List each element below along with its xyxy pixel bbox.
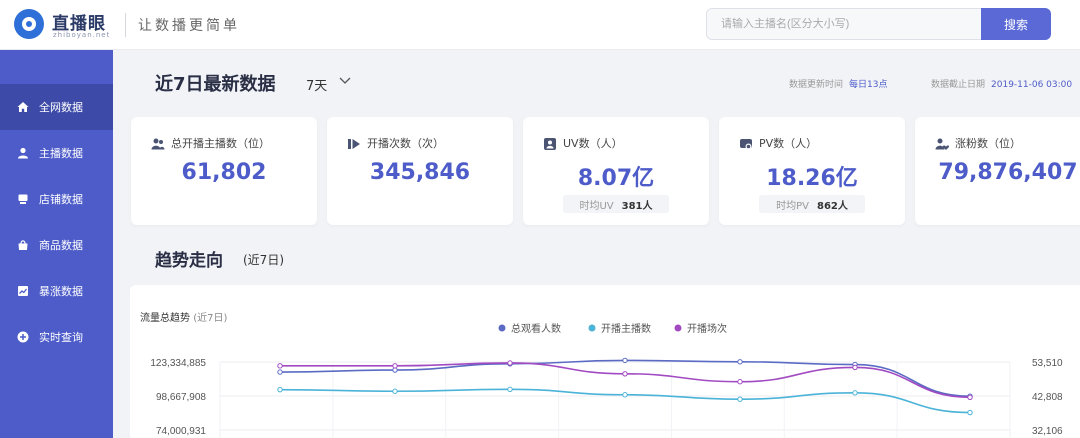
sidebar-item-label: 店铺数据 <box>39 193 83 206</box>
search-input[interactable] <box>706 8 982 40</box>
stat-sub-value: 862人 <box>817 200 848 212</box>
logo-icon[interactable] <box>14 9 44 39</box>
stat-sub: 时均UV 381人 <box>563 195 669 213</box>
data-point <box>507 386 513 393</box>
stat-value: 8.07亿 <box>577 166 655 191</box>
stat-card-pv: PV数（人） 18.26亿 时均PV 862人 <box>719 117 905 225</box>
y-right-tick-label: 42,808 <box>1032 392 1063 403</box>
data-point <box>852 364 858 371</box>
home-icon <box>17 101 29 113</box>
sidebar-item-all-data[interactable]: 全网数据 <box>0 84 113 130</box>
data-point <box>737 359 743 365</box>
stat-card-fans: 涨粉数（位） 79,876,407 <box>915 117 1080 225</box>
search-button[interactable]: 搜索 <box>981 8 1051 40</box>
legend-marker <box>498 324 506 332</box>
sidebar-item-label: 主播数据 <box>39 147 83 160</box>
stat-label: UV数（人） <box>563 137 623 150</box>
slogan: 让数播更简单 <box>138 18 240 34</box>
cutoff-date-value: 2019-11-06 03:00 <box>991 80 1073 90</box>
stat-sub-label: 时均UV <box>579 200 614 212</box>
top-bar: 直播眼 zhiboyan.net 让数播更简单 搜索 <box>0 0 1080 50</box>
update-time-label: 数据更新时间 <box>789 80 844 90</box>
stat-label: PV数（人） <box>759 137 818 150</box>
sidebar-item-product-data[interactable]: 商品数据 <box>0 222 113 268</box>
sidebar-item-shop-data[interactable]: 店铺数据 <box>0 176 113 222</box>
eye-icon <box>739 136 753 150</box>
traffic-trend-chart: 流量总趋势 (近7日) 123,334,885 98,667,908 74,000,… <box>130 285 1080 438</box>
header-divider <box>125 13 126 37</box>
data-point <box>737 379 743 385</box>
stat-sub-label: 时均PV <box>776 200 809 212</box>
legend-label: 总观看人数 <box>511 322 561 335</box>
stat-card-sessions: 开播次数（次） 345,846 <box>327 117 513 225</box>
stat-card-streamers: 总开播主播数（位） 61,802 <box>131 117 317 225</box>
sidebar-item-realtime-query[interactable]: 实时查询 <box>0 314 113 360</box>
sidebar-item-label: 商品数据 <box>39 239 83 252</box>
y-left-tick-label: 123,334,885 <box>150 358 206 369</box>
y-right-tick-label: 32,106 <box>1032 426 1063 437</box>
cutoff-date-label: 数据截止日期 <box>931 80 986 90</box>
data-point <box>967 409 973 416</box>
data-point <box>507 360 513 366</box>
data-point <box>737 396 743 402</box>
legend-label: 开播主播数 <box>601 322 651 335</box>
update-time-value: 每日13点 <box>849 80 888 90</box>
legend-label: 开播场次 <box>687 322 727 335</box>
data-point <box>277 363 283 369</box>
cutoff-date: 数据截止日期 2019-11-06 03:00 <box>931 77 1072 90</box>
brand-domain: zhiboyan.net <box>53 31 111 39</box>
data-point <box>277 369 283 375</box>
stat-value: 345,846 <box>369 160 471 185</box>
sidebar: 全网数据 主播数据 店铺数据 商品数据 暴涨数据 实时查询 <box>0 50 113 438</box>
legend-marker <box>588 324 596 332</box>
data-point <box>622 392 628 398</box>
trend-section-note: (近7日) <box>243 253 284 267</box>
sidebar-item-streamer-data[interactable]: 主播数据 <box>0 130 113 176</box>
stat-value: 18.26亿 <box>766 166 858 191</box>
data-point <box>622 371 628 377</box>
range-select[interactable]: 7天 <box>306 75 327 94</box>
stat-card-uv: UV数（人） 8.07亿 时均UV 381人 <box>523 117 709 225</box>
bag-icon <box>17 239 29 251</box>
trend-section-title: 趋势走向 <box>155 251 223 271</box>
person-icon <box>543 136 557 150</box>
stat-label: 开播次数（次） <box>367 137 444 150</box>
sidebar-item-surge-data[interactable]: 暴涨数据 <box>0 268 113 314</box>
data-point <box>967 394 973 400</box>
legend-marker <box>674 324 682 332</box>
chevron-down-icon[interactable] <box>339 75 351 88</box>
line-chart: 123,334,885 98,667,908 74,000,931 53,510 42,… <box>150 322 1063 438</box>
stat-label: 总开播主播数（位） <box>171 137 270 150</box>
y-left-tick-label: 74,000,931 <box>156 426 206 437</box>
sidebar-item-label: 全网数据 <box>39 101 83 114</box>
page-title: 近7日最新数据 <box>155 74 276 95</box>
main-content: 近7日最新数据 7天 数据更新时间 每日13点 数据截止日期 2019-11-06 … <box>113 50 1080 438</box>
data-point <box>277 386 283 393</box>
stat-label: 涨粉数（位） <box>955 137 1021 150</box>
stat-sub-value: 381人 <box>621 200 653 212</box>
stat-value: 79,876,407 <box>938 160 1078 185</box>
sidebar-item-label: 实时查询 <box>39 331 83 344</box>
fan-icon <box>935 136 950 150</box>
data-point <box>852 390 858 396</box>
sidebar-item-label: 暴涨数据 <box>39 285 83 298</box>
stat-sub: 时均PV 862人 <box>759 195 865 213</box>
plus-circle-icon <box>17 331 29 343</box>
data-point <box>392 388 398 394</box>
y-right-tick-label: 53,510 <box>1032 358 1063 369</box>
data-point <box>622 357 628 364</box>
users-icon <box>151 136 165 150</box>
trend-icon <box>17 285 29 297</box>
user-icon <box>17 147 29 159</box>
update-time: 数据更新时间 每日13点 <box>789 77 887 90</box>
shop-icon <box>17 193 29 205</box>
y-left-tick-label: 98,667,908 <box>156 392 206 403</box>
data-point <box>392 363 398 369</box>
stat-value: 61,802 <box>181 160 267 185</box>
play-icon <box>347 136 361 150</box>
